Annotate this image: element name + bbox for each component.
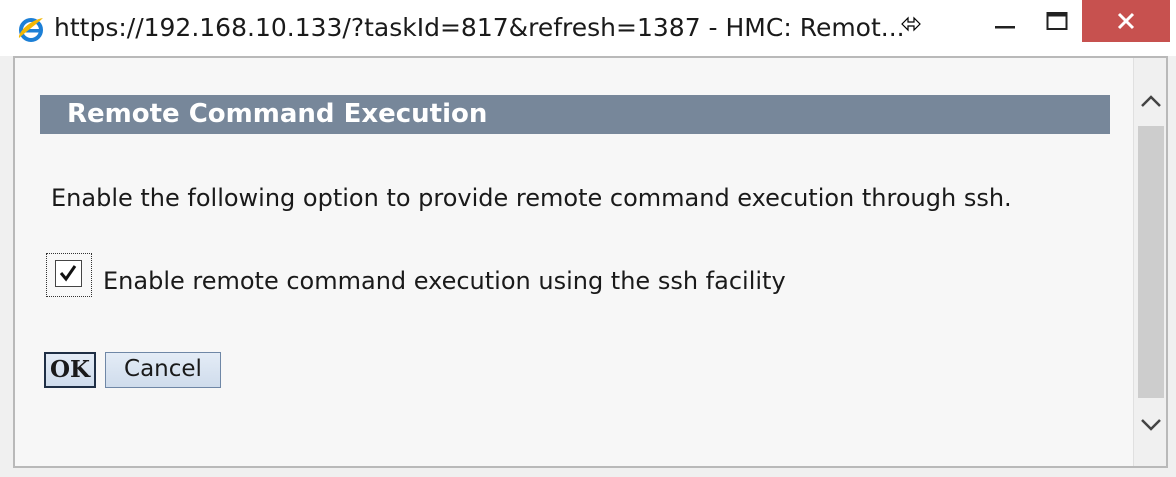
close-button[interactable] [1082, 0, 1170, 42]
dialog-content: Remote Command Execution Enable the foll… [15, 58, 1133, 466]
scrollbar-thumb[interactable] [1138, 126, 1164, 398]
scroll-up-button[interactable] [1134, 78, 1167, 124]
dialog-title: Remote Command Execution [67, 99, 488, 129]
dialog-header: Remote Command Execution [40, 95, 1110, 134]
maximize-button[interactable] [1034, 0, 1080, 42]
ok-button[interactable]: OK [44, 352, 96, 388]
scroll-down-button[interactable] [1134, 402, 1167, 448]
chevron-down-icon [1140, 419, 1161, 431]
minimize-button[interactable] [982, 0, 1028, 42]
vertical-scrollbar[interactable] [1133, 58, 1166, 466]
internet-explorer-icon [18, 18, 43, 42]
description-text: Enable the following option to provide r… [51, 184, 1012, 212]
cancel-button[interactable]: Cancel [105, 352, 221, 388]
checkbox-focus-ring[interactable] [46, 253, 92, 297]
window-titlebar[interactable]: https://192.168.10.133/?taskId=817&refre… [0, 0, 1176, 56]
dialog-frame: Remote Command Execution Enable the foll… [13, 56, 1168, 468]
chevron-up-icon [1140, 95, 1161, 107]
resize-cursor-icon [901, 16, 921, 32]
close-icon [1117, 12, 1135, 30]
checkmark-icon [59, 265, 77, 282]
enable-ssh-label[interactable]: Enable remote command execution using th… [103, 266, 786, 296]
enable-ssh-checkbox[interactable] [55, 260, 82, 287]
window-title: https://192.168.10.133/?taskId=817&refre… [54, 13, 905, 42]
maximize-icon [1046, 12, 1068, 30]
minimize-icon [995, 26, 1015, 29]
